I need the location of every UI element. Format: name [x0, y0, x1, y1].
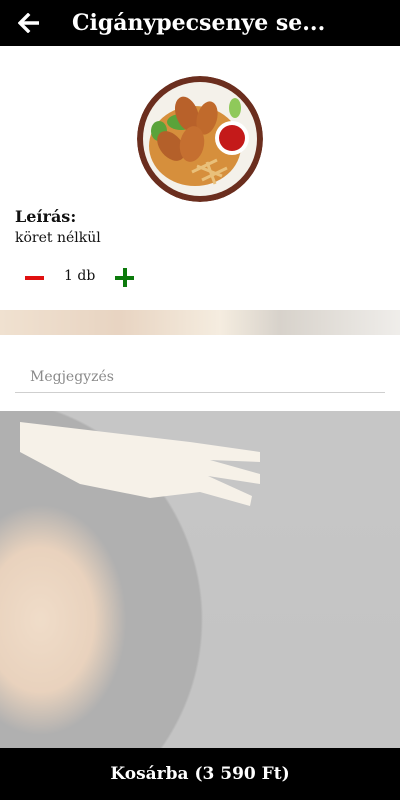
add-to-cart-label: Kosárba (3 590 Ft)	[110, 764, 290, 784]
description-label: Leírás:	[15, 207, 77, 226]
back-button[interactable]	[0, 0, 58, 46]
add-to-cart-button[interactable]: Kosárba (3 590 Ft)	[0, 748, 400, 800]
product-card: Leírás: köret nélkül 1 db	[0, 46, 400, 310]
decrease-quantity-button[interactable]	[22, 264, 48, 290]
description-text: köret nélkül	[15, 230, 101, 246]
quantity-value: 1 db	[64, 268, 96, 284]
increase-quantity-button[interactable]	[112, 264, 138, 290]
top-bar: Cigánypecsenye se...	[0, 0, 400, 46]
note-card	[0, 335, 400, 411]
arrow-left-icon	[18, 13, 39, 33]
food-plate-image	[137, 76, 263, 202]
quantity-stepper: 1 db	[0, 260, 200, 290]
note-input[interactable]	[15, 361, 385, 393]
page-title: Cigánypecsenye se...	[72, 10, 326, 36]
